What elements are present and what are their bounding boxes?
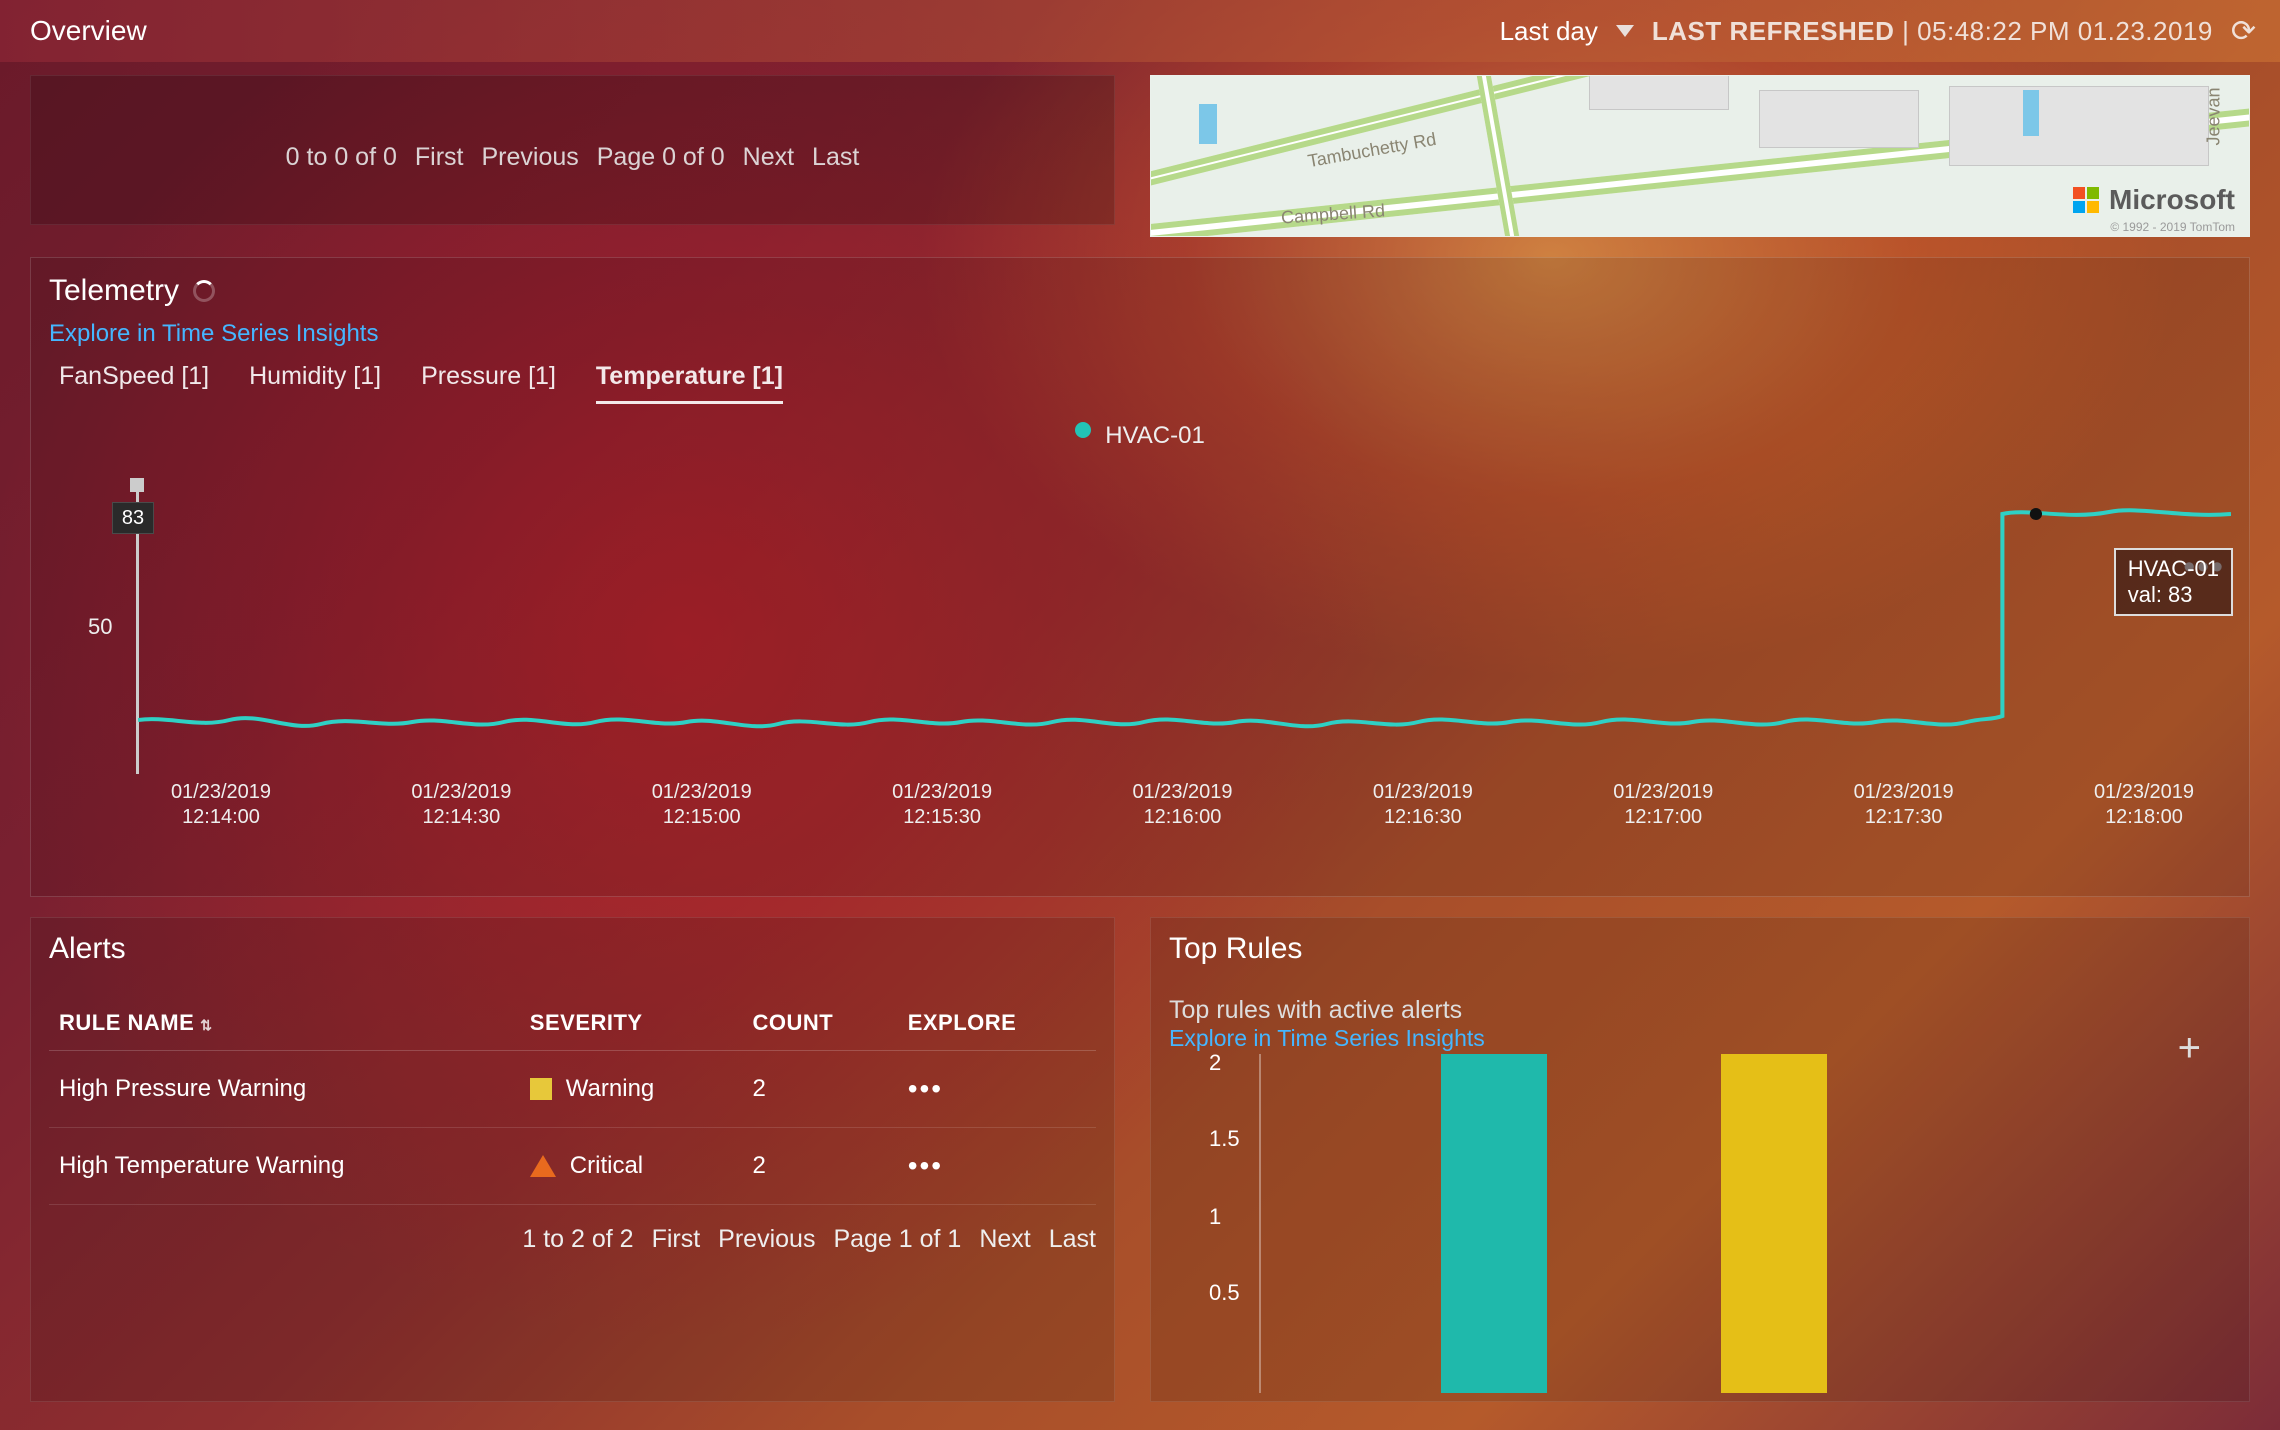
bar-y-tick: 0.5 bbox=[1209, 1280, 1240, 1306]
bar-y-tick: 1.5 bbox=[1209, 1126, 1240, 1152]
last-refreshed-time: 05:48:22 PM 01.23.2019 bbox=[1917, 16, 2213, 46]
alerts-pager: 1 to 2 of 2 First Previous Page 1 of 1 N… bbox=[49, 1225, 1096, 1254]
pager-last[interactable]: Last bbox=[812, 143, 859, 172]
telemetry-tabs: FanSpeed [1] Humidity [1] Pressure [1] T… bbox=[31, 356, 2249, 404]
pager-summary: 1 to 2 of 2 bbox=[522, 1225, 633, 1254]
tab-temperature[interactable]: Temperature [1] bbox=[596, 362, 783, 404]
warning-icon bbox=[530, 1078, 552, 1100]
col-count[interactable]: COUNT bbox=[742, 996, 897, 1051]
y-axis-mid-label: 50 bbox=[88, 614, 112, 640]
bar-series-1[interactable] bbox=[1441, 1054, 1547, 1393]
x-axis-tick: 01/23/201912:15:00 bbox=[617, 780, 787, 830]
legend-dot-icon bbox=[1075, 422, 1091, 438]
cell-rule: High Temperature Warning bbox=[49, 1128, 520, 1205]
last-refreshed-label: LAST REFRESHED bbox=[1652, 16, 1894, 46]
page-title: Overview bbox=[30, 15, 147, 47]
pager-last[interactable]: Last bbox=[1049, 1225, 1096, 1254]
last-refreshed: LAST REFRESHED | 05:48:22 PM 01.23.2019 bbox=[1652, 16, 2213, 47]
cell-count: 2 bbox=[742, 1128, 897, 1205]
x-axis-tick: 01/23/201912:16:30 bbox=[1338, 780, 1508, 830]
map-road-label-b: Campbell Rd bbox=[1280, 200, 1385, 228]
top-rules-title: Top Rules bbox=[1169, 932, 2231, 966]
bar-y-tick: 2 bbox=[1209, 1050, 1221, 1076]
critical-icon bbox=[530, 1155, 556, 1177]
pager-next[interactable]: Next bbox=[979, 1225, 1030, 1254]
telemetry-line-svg bbox=[138, 484, 2231, 774]
telemetry-panel: Telemetry Explore in Time Series Insight… bbox=[30, 257, 2250, 897]
col-rule-name[interactable]: RULE NAME⇅ bbox=[49, 996, 520, 1051]
devices-pager-panel: 0 to 0 of 0 First Previous Page 0 of 0 N… bbox=[30, 75, 1115, 225]
x-axis-tick: 01/23/201912:15:30 bbox=[857, 780, 1027, 830]
chart-tooltip: HVAC-01 val: 83 bbox=[2114, 548, 2233, 616]
pager-page: Page 0 of 0 bbox=[597, 143, 725, 172]
map-panel[interactable]: Tambuchetty Rd Campbell Rd Jeevan Micros… bbox=[1150, 75, 2250, 237]
x-axis-tick: 01/23/201912:18:00 bbox=[2059, 780, 2229, 830]
x-axis-tick: 01/23/201912:17:00 bbox=[1578, 780, 1748, 830]
pager-previous[interactable]: Previous bbox=[718, 1225, 815, 1254]
pager-first[interactable]: First bbox=[652, 1225, 701, 1254]
cell-severity: Critical bbox=[570, 1152, 643, 1180]
pager-summary: 0 to 0 of 0 bbox=[286, 143, 397, 172]
tooltip-value: val: 83 bbox=[2128, 582, 2219, 608]
legend-series-name: HVAC-01 bbox=[1105, 422, 1205, 450]
tab-humidity[interactable]: Humidity [1] bbox=[249, 362, 381, 404]
pager-page: Page 1 of 1 bbox=[833, 1225, 961, 1254]
x-axis-tick: 01/23/201912:17:30 bbox=[1819, 780, 1989, 830]
tab-fanspeed[interactable]: FanSpeed [1] bbox=[59, 362, 209, 404]
alerts-panel: Alerts RULE NAME⇅ SEVERITY COUNT EXPLORE… bbox=[30, 917, 1115, 1402]
table-row[interactable]: High Temperature Warning Critical 2 ••• bbox=[49, 1128, 1096, 1205]
col-severity[interactable]: SEVERITY bbox=[520, 996, 743, 1051]
top-rules-panel: Top Rules Top rules with active alerts E… bbox=[1150, 917, 2250, 1402]
loading-spinner-icon bbox=[193, 280, 215, 302]
map-brand: Microsoft bbox=[2073, 184, 2235, 216]
top-rules-explore-link[interactable]: Explore in Time Series Insights bbox=[1169, 1025, 2231, 1052]
tab-pressure[interactable]: Pressure [1] bbox=[421, 362, 556, 404]
top-rules-barchart[interactable]: 2 1.5 1 0.5 bbox=[1259, 1054, 2219, 1393]
chart-legend: HVAC-01 bbox=[31, 422, 2249, 450]
top-bar: Overview Last day LAST REFRESHED | 05:48… bbox=[0, 0, 2280, 62]
alerts-table: RULE NAME⇅ SEVERITY COUNT EXPLORE High P… bbox=[49, 996, 1096, 1205]
map-copyright: © 1992 - 2019 TomTom bbox=[2110, 220, 2235, 234]
pager-first[interactable]: First bbox=[415, 143, 464, 172]
alerts-title: Alerts bbox=[49, 932, 1096, 966]
telemetry-title: Telemetry bbox=[49, 274, 179, 308]
row-explore-menu[interactable]: ••• bbox=[908, 1150, 943, 1181]
chevron-down-icon[interactable] bbox=[1616, 25, 1634, 37]
x-axis-tick: 01/23/201912:14:00 bbox=[136, 780, 306, 830]
map-brand-text: Microsoft bbox=[2109, 184, 2235, 216]
x-axis-tick: 01/23/201912:14:30 bbox=[376, 780, 546, 830]
bar-y-tick: 1 bbox=[1209, 1204, 1221, 1230]
x-axis-tick: 01/23/201912:16:00 bbox=[1098, 780, 1268, 830]
telemetry-chart[interactable]: 83 50 HVAC-01 val: 83 bbox=[136, 484, 2229, 774]
cell-count: 2 bbox=[742, 1051, 897, 1128]
refresh-icon[interactable]: ⟳ bbox=[2231, 14, 2256, 49]
telemetry-explore-link[interactable]: Explore in Time Series Insights bbox=[31, 316, 2249, 356]
col-explore[interactable]: EXPLORE bbox=[898, 996, 1096, 1051]
microsoft-logo-icon bbox=[2073, 187, 2099, 213]
bar-series-2[interactable] bbox=[1721, 1054, 1827, 1393]
cell-severity: Warning bbox=[566, 1075, 654, 1103]
row-explore-menu[interactable]: ••• bbox=[908, 1073, 943, 1104]
time-range-selector[interactable]: Last day bbox=[1500, 16, 1598, 47]
sort-icon: ⇅ bbox=[200, 1017, 212, 1033]
pager-previous[interactable]: Previous bbox=[481, 143, 578, 172]
pager-next[interactable]: Next bbox=[743, 143, 794, 172]
top-rules-subtitle: Top rules with active alerts bbox=[1169, 996, 2231, 1025]
tooltip-series: HVAC-01 bbox=[2128, 556, 2219, 582]
cell-rule: High Pressure Warning bbox=[49, 1051, 520, 1128]
map-road-label-c: Jeevan bbox=[2203, 87, 2224, 145]
table-row[interactable]: High Pressure Warning Warning 2 ••• bbox=[49, 1051, 1096, 1128]
telemetry-x-axis: 01/23/201912:14:00 01/23/201912:14:30 01/2… bbox=[136, 780, 2229, 830]
